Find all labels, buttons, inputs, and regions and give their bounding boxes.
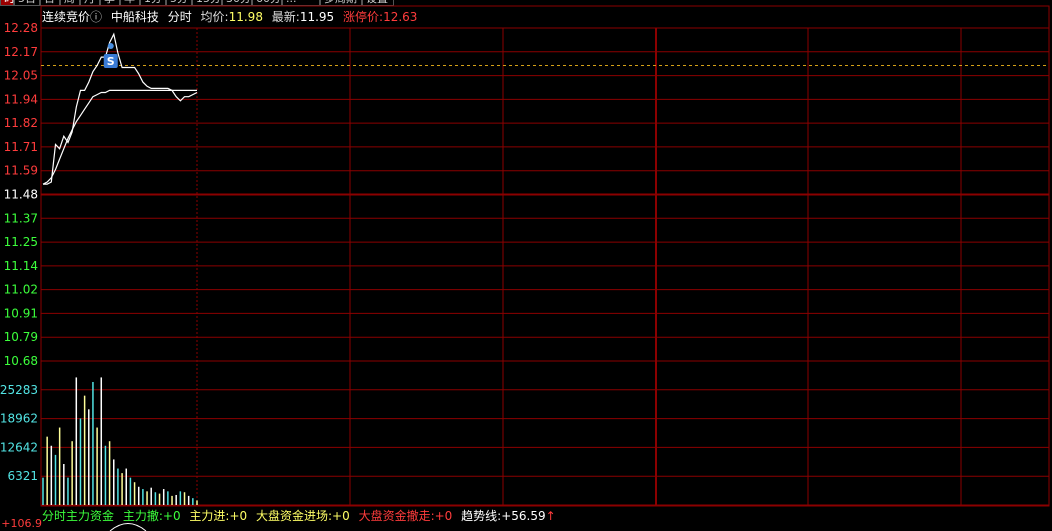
main-out-label: 主力撤: [122, 509, 163, 523]
price-axis-label: 11.82 [4, 116, 38, 130]
price-axis-label: 12.05 [4, 69, 38, 83]
price-axis-label: 12.28 [4, 21, 38, 35]
capital-flow-title: 分时主力资金 [42, 509, 115, 523]
price-axis-label: 10.91 [4, 306, 38, 320]
price-axis-label: 11.37 [4, 211, 38, 225]
price-axis-label: 11.25 [4, 235, 38, 249]
price-axis-label: 11.02 [4, 283, 38, 297]
market-in-value: +0 [332, 509, 350, 523]
signal-dot [107, 43, 114, 49]
price-axis-label: 10.79 [4, 330, 38, 344]
intraday-chart[interactable]: 12.28 12.17 12.05 11.94 11.82 11.71 11.59 11.48… [0, 0, 1052, 531]
market-out-value: +0 [434, 509, 453, 523]
up-arrow-icon: ↑ [545, 509, 556, 523]
main-out-value: +0 [162, 509, 181, 523]
price-axis-label: 11.59 [4, 164, 38, 178]
price-line [43, 32, 198, 185]
signal-badge-label: S [107, 55, 115, 68]
trend-line-value: +56.59 [501, 509, 546, 523]
main-in-label: 主力进: [189, 509, 230, 523]
volume-axis-label: 6321 [7, 469, 38, 483]
trend-line-label: 趋势线: [461, 509, 502, 523]
price-axis-label: 12.17 [4, 45, 38, 59]
price-axis-label: 11.48 [4, 188, 38, 202]
price-axis-label: 11.14 [4, 259, 38, 273]
price-axis-label: 11.94 [4, 92, 38, 106]
market-in-label: 大盘资金进场: [256, 509, 333, 523]
indicator-curve [109, 523, 147, 531]
main-in-value: +0 [229, 509, 248, 523]
price-axis-label: 11.71 [4, 140, 38, 154]
bottom-axis-value: +106.9 [1, 517, 42, 530]
price-axis-label: 10.68 [4, 354, 38, 368]
volume-axis-label: 12642 [0, 440, 38, 454]
chart-frame [40, 5, 1050, 507]
capital-flow-legend: 分时主力资金 主力撤:+0 主力进:+0 大盘资金进场:+0 大盘资金撤走:+0… [42, 508, 561, 524]
market-out-label: 大盘资金撤走: [358, 509, 435, 523]
volume-axis-label: 25283 [0, 383, 38, 397]
avg-price-line [42, 89, 197, 185]
volume-axis-label: 18962 [0, 412, 38, 426]
